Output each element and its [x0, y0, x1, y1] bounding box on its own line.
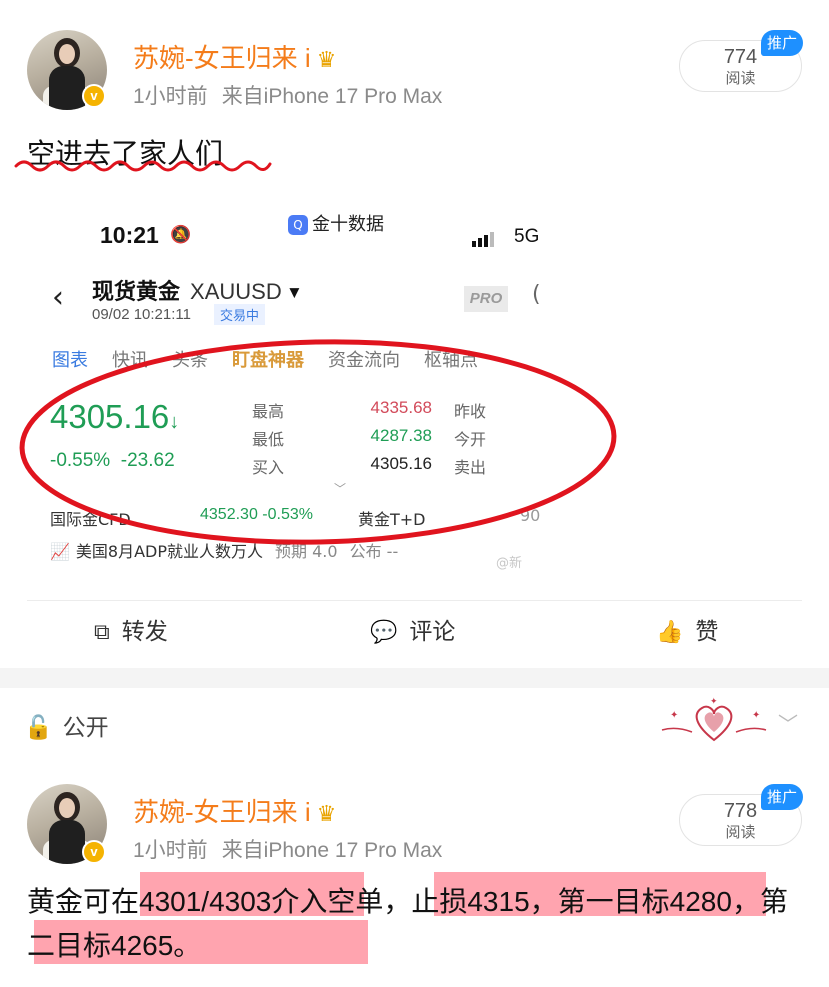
promo-badge: 推广	[761, 784, 803, 810]
divider	[27, 600, 802, 601]
weibo-post-2: v 苏婉-女王归来 i ♛ 1小时前 来自iPhone 17 Pro Max 778…	[0, 760, 829, 987]
verified-badge-icon: v	[82, 84, 106, 108]
read-label: 阅读	[725, 823, 756, 841]
crown-icon: ♛	[316, 47, 337, 72]
visibility-toggle[interactable]: 🔓 公开	[24, 708, 109, 742]
instrument-title: 现货黄金 XAUUSD ▼	[92, 279, 300, 305]
post-source: 来自iPhone 17 Pro Max	[221, 85, 443, 108]
app-logo-icon: Q	[288, 215, 308, 235]
pro-badge: PRO	[464, 286, 508, 312]
verified-badge-icon: v	[82, 840, 106, 864]
post-time: 1小时前	[133, 839, 208, 862]
repost-icon: ⧉	[94, 620, 110, 645]
dropdown-caret-icon: ▼	[289, 285, 300, 301]
comment-icon: 💬	[370, 620, 398, 645]
red-circle-annotation	[19, 339, 617, 545]
like-button[interactable]: 👍 赞	[656, 612, 718, 646]
weibo-post-1: v 苏婉-女王归来 i ♛ 1小时前 来自iPhone 17 Pro Max 774…	[0, 0, 829, 668]
squiggle-underline	[14, 160, 272, 172]
partial-icon: (	[532, 282, 541, 307]
comment-button[interactable]: 💬 评论	[370, 612, 455, 646]
thumbs-up-icon: 👍	[656, 620, 684, 645]
post-text: 黄金可在4301/4303介入空单，止损4315，第一目标4280，第二目标42…	[27, 886, 788, 961]
post-time: 1小时前	[133, 85, 208, 108]
visibility-bar: 🔓 公开 ✦ ✦ ✦ ﹀	[0, 688, 829, 760]
promo-badge: 推广	[761, 30, 803, 56]
quote-datetime: 09/02 10:21:11	[92, 306, 191, 323]
app-name: Q 金十数据	[288, 210, 384, 236]
bell-mute-icon: 🔕	[170, 225, 192, 245]
back-chevron-icon: ‹	[52, 280, 64, 315]
post-source: 来自iPhone 17 Pro Max	[221, 839, 443, 862]
crown-icon: ♛	[316, 801, 337, 826]
svg-text:✦: ✦	[752, 710, 760, 721]
post-meta: 1小时前 来自iPhone 17 Pro Max	[133, 834, 442, 864]
username[interactable]: 苏婉-女王归来 i ♛	[133, 792, 336, 829]
svg-text:✦: ✦	[670, 710, 678, 721]
svg-text:✦: ✦	[710, 697, 718, 707]
weibo-watermark: @新	[496, 556, 523, 571]
post-meta: 1小时前 来自iPhone 17 Pro Max	[133, 80, 442, 110]
read-label: 阅读	[725, 69, 756, 87]
repost-button[interactable]: ⧉ 转发	[94, 612, 168, 646]
trading-status: 交易中	[214, 304, 266, 325]
username[interactable]: 苏婉-女王归来 i ♛	[133, 38, 336, 75]
signal-icon	[472, 228, 496, 247]
status-time: 10:21	[100, 222, 159, 248]
chevron-down-icon[interactable]: ﹀	[778, 708, 798, 737]
heart-decoration-icon: ✦ ✦ ✦	[661, 697, 767, 742]
unlock-icon: 🔓	[24, 715, 53, 741]
network-label: 5G	[514, 226, 540, 247]
